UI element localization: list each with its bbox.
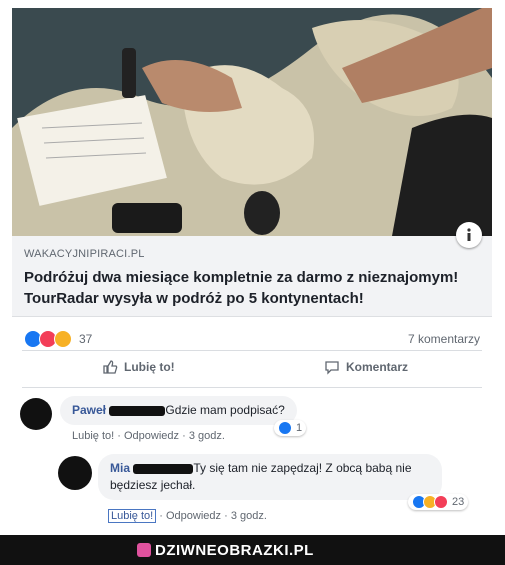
reply-reply-link[interactable]: Odpowiedz [166, 510, 221, 522]
angry-reaction-icon [434, 495, 448, 509]
reply-meta: Lubię to! · Odpowiedz · 3 godz. [108, 509, 267, 523]
redacted-surname [109, 405, 166, 416]
like-reaction-icon [278, 421, 292, 435]
comment-reaction-count: 1 [296, 422, 303, 434]
comment-reaction-badge[interactable]: 1 [274, 420, 307, 436]
link-title[interactable]: Podróżuj dwa miesiące kompletnie za darm… [24, 267, 484, 309]
brand-logo-icon [137, 543, 151, 557]
map-photo-image [12, 8, 492, 236]
speech-bubble-icon [325, 361, 339, 375]
link-domain: WAKACYJNIPIRACI.PL [24, 248, 145, 260]
comment-like-link[interactable]: Lubię to! [72, 430, 114, 442]
reply-like-link[interactable]: Lubię to! [108, 509, 157, 523]
like-button[interactable]: Lubię to! [102, 359, 175, 375]
comment-item: Paweł Gdzie mam podpisać? 1 Lubię to! · … [20, 396, 490, 446]
facebook-post-card: WAKACYJNIPIRACI.PL Podróżuj dwa miesiące… [12, 8, 492, 534]
watermark-footer: DZIWNEOBRAZKI.PL [0, 535, 505, 565]
comment-time[interactable]: 3 godz. [189, 430, 225, 442]
reply-bubble: Mia Ty się tam nie zapędzaj! Z obcą babą… [98, 454, 442, 500]
post-actions: Lubię to! Komentarz [22, 350, 482, 388]
comment-author[interactable]: Paweł [72, 403, 106, 417]
comment-text: Gdzie mam podpisać? [165, 403, 285, 417]
reply-reaction-badge[interactable]: 23 [408, 494, 469, 510]
reply-reaction-count: 23 [452, 496, 465, 508]
reaction-count: 37 [79, 332, 93, 346]
redacted-surname [133, 463, 194, 474]
comment-button[interactable]: Komentarz [324, 359, 408, 375]
reaction-summary[interactable]: 37 [24, 330, 92, 348]
comments-count[interactable]: 7 komentarzy [408, 332, 480, 346]
commenter-avatar[interactable] [20, 398, 52, 430]
wow-reaction-icon [54, 330, 72, 348]
replier-avatar[interactable] [58, 456, 92, 490]
comment-button-label: Komentarz [346, 360, 409, 374]
comment-meta: Lubię to! · Odpowiedz · 3 godz. [72, 430, 225, 442]
post-photo[interactable] [12, 8, 492, 236]
thumbs-up-icon [103, 360, 118, 374]
brand-watermark: DZIWNEOBRAZKI.PL [155, 542, 314, 559]
info-icon[interactable] [456, 222, 482, 248]
reply-item: Mia Ty się tam nie zapędzaj! Z obcą babą… [52, 454, 492, 529]
link-preview[interactable]: WAKACYJNIPIRACI.PL Podróżuj dwa miesiące… [12, 222, 492, 317]
post-stats: 37 7 komentarzy [12, 318, 492, 354]
comment-bubble: Paweł Gdzie mam podpisać? [60, 396, 297, 425]
comment-reply-link[interactable]: Odpowiedz [124, 430, 179, 442]
like-button-label: Lubię to! [124, 360, 175, 374]
reply-author[interactable]: Mia [110, 461, 130, 475]
reply-time[interactable]: 3 godz. [231, 510, 267, 522]
